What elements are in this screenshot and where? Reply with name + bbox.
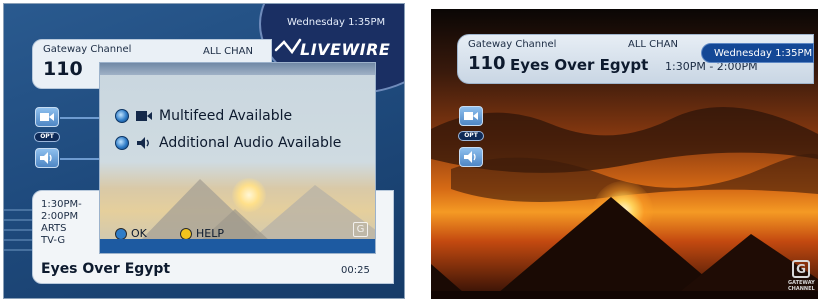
datetime-display: Wednesday 1:35PM (714, 48, 813, 59)
connector-line (60, 117, 100, 119)
option-label: Additional Audio Available (159, 135, 342, 151)
audio-button[interactable] (35, 148, 59, 168)
video-icon (40, 113, 54, 121)
gateway-channel-logo: G GATEWAY CHANNEL (788, 260, 815, 296)
popup-footer (100, 239, 375, 253)
datetime-pill: Wednesday 1:35PM (701, 43, 814, 63)
speaker-icon (464, 151, 476, 163)
popup-option-audio[interactable]: Additional Audio Available (115, 135, 341, 151)
yellow-key-icon (180, 227, 192, 240)
gateway-g-icon: G (792, 260, 810, 278)
channel-number: 110 (468, 53, 506, 74)
decor-stripe (4, 219, 32, 221)
radio-button[interactable] (115, 136, 129, 150)
channel-filter[interactable]: ALL CHAN (628, 39, 678, 50)
program-title: Eyes Over Egypt (41, 261, 171, 277)
gateway-logo-text: GATEWAY CHANNEL (788, 280, 815, 292)
video-icon (464, 112, 478, 120)
video-feed-button[interactable] (35, 107, 59, 127)
opt-badge[interactable]: OPT (34, 132, 60, 142)
popup-option-multifeed[interactable]: Multifeed Available (115, 108, 292, 124)
blue-key-icon (115, 227, 127, 240)
datetime-display: Wednesday 1:35PM (287, 17, 386, 28)
decor-stripe (4, 249, 32, 251)
left-tv-screen: Wednesday 1:35PM LIVEWIRE Gateway Channe… (3, 3, 405, 299)
program-title: Eyes Over Egypt (510, 56, 649, 74)
radio-button[interactable] (115, 109, 129, 123)
elapsed-time: 00:25 (341, 265, 370, 276)
gateway-icon: G (353, 222, 368, 237)
feature-popup: Multifeed Available Additional Audio Ava… (99, 62, 376, 254)
option-label: Multifeed Available (159, 108, 293, 124)
decor-stripe (4, 239, 32, 241)
right-tv-screen: Gateway Channel ALL CHAN 110 Eyes Over E… (431, 9, 818, 299)
video-icon (136, 111, 152, 121)
audio-button[interactable] (459, 147, 483, 167)
decor-stripe (4, 229, 32, 231)
channel-name: Gateway Channel (43, 44, 132, 55)
speaker-icon (40, 152, 52, 164)
speaker-icon (137, 137, 149, 149)
video-feed-button[interactable] (459, 106, 483, 126)
opt-badge[interactable]: OPT (458, 131, 484, 141)
channel-filter[interactable]: ALL CHAN (203, 46, 253, 57)
decor-stripe (4, 209, 32, 211)
popup-header (100, 63, 375, 75)
pyramids-image (431, 197, 818, 299)
channel-name: Gateway Channel (468, 39, 557, 50)
connector-line (60, 158, 100, 160)
program-meta: 1:30PM- 2:00PM ARTS TV-G (41, 199, 82, 246)
brand-logo-text: LIVEWIRE (300, 40, 391, 59)
channel-number: 110 (43, 58, 83, 80)
